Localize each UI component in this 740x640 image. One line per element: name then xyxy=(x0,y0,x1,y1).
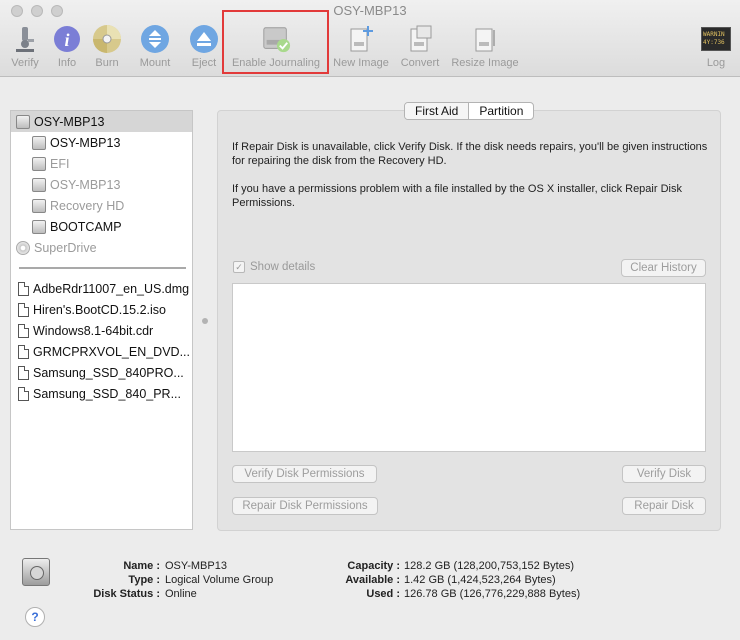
sidebar-item-efi[interactable]: EFI xyxy=(11,153,192,174)
disk-icon xyxy=(16,114,30,129)
toolbar: OSY-MBP13 Verify i Info Burn Mount Eject… xyxy=(0,0,740,77)
sidebar-item-label: Recovery HD xyxy=(50,198,125,213)
mount-icon xyxy=(140,24,170,54)
log-console-icon: WARNIN 4Y:736 xyxy=(701,24,731,54)
checkmark-icon: ✓ xyxy=(233,261,245,273)
sidebar-item-recovery-hd[interactable]: Recovery HD xyxy=(11,195,192,216)
split-view-handle[interactable] xyxy=(202,318,208,324)
available-value: 1.42 GB (1,424,523,264 Bytes) xyxy=(404,574,556,586)
used-value: 126.78 GB (126,776,229,888 Bytes) xyxy=(404,588,581,600)
disk-image-file-icon xyxy=(18,302,29,317)
log-button[interactable]: WARNIN 4Y:736 Log xyxy=(698,24,734,69)
tab-first-aid[interactable]: First Aid xyxy=(405,103,470,119)
burn-icon xyxy=(92,24,122,54)
sidebar-item-label: Samsung_SSD_840_PR... xyxy=(33,386,182,401)
type-value: Logical Volume Group xyxy=(165,574,274,586)
first-aid-panel: If Repair Disk is unavailable, click Ver… xyxy=(217,110,721,531)
first-aid-instructions: If Repair Disk is unavailable, click Ver… xyxy=(232,141,708,167)
sidebar-item-label: SuperDrive xyxy=(34,240,97,255)
used-key: Used : xyxy=(366,588,400,600)
sidebar-item-label: OSY-MBP13 xyxy=(34,114,105,129)
sidebar-item-image[interactable]: GRMCPRXVOL_EN_DVD... xyxy=(11,341,192,362)
sidebar-item-label: Hiren's.BootCD.15.2.iso xyxy=(33,302,167,317)
name-value: OSY-MBP13 xyxy=(165,560,227,572)
disk-utility-window: OSY-MBP13 Verify i Info Burn Mount Eject… xyxy=(0,0,740,640)
mount-button[interactable]: Mount xyxy=(135,24,175,69)
first-aid-log[interactable] xyxy=(232,283,706,452)
resize-image-button[interactable]: Resize Image xyxy=(448,24,522,69)
eject-icon xyxy=(189,24,219,54)
new-image-icon xyxy=(346,24,376,54)
capacity-value: 128.2 GB (128,200,753,152 Bytes) xyxy=(404,560,575,572)
capacity-key: Capacity : xyxy=(347,560,400,572)
sidebar-item-superdrive[interactable]: SuperDrive xyxy=(11,237,192,258)
log-badge-line1: WARNIN xyxy=(703,31,725,38)
svg-text:i: i xyxy=(64,30,69,50)
tab-partition[interactable]: Partition xyxy=(469,103,533,119)
disk-status-key: Disk Status : xyxy=(93,588,160,600)
clear-history-button[interactable]: Clear History xyxy=(621,259,706,277)
disk-icon xyxy=(32,177,46,192)
sidebar: OSY-MBP13 OSY-MBP13 EFI OSY-MBP13 Recove… xyxy=(10,110,193,530)
sidebar-item-label: Windows8.1-64bit.cdr xyxy=(33,323,154,338)
show-details-label: Show details xyxy=(250,261,316,273)
sidebar-item-image[interactable]: Samsung_SSD_840PRO... xyxy=(11,362,192,383)
sidebar-item-label: Samsung_SSD_840PRO... xyxy=(33,365,184,380)
disk-icon xyxy=(32,135,46,150)
sidebar-item-volume[interactable]: OSY-MBP13 xyxy=(11,174,192,195)
sidebar-item-label: OSY-MBP13 xyxy=(50,135,121,150)
new-image-button[interactable]: New Image xyxy=(330,24,392,69)
disk-icon xyxy=(32,219,46,234)
repair-disk-button[interactable]: Repair Disk xyxy=(622,497,706,515)
convert-icon xyxy=(405,24,435,54)
sidebar-item-device[interactable]: OSY-MBP13 xyxy=(11,111,192,132)
sidebar-item-label: BOOTCAMP xyxy=(50,219,122,234)
sidebar-item-image[interactable]: Hiren's.BootCD.15.2.iso xyxy=(11,299,192,320)
burn-button[interactable]: Burn xyxy=(89,24,125,69)
disk-image-file-icon xyxy=(18,323,29,338)
convert-button[interactable]: Convert xyxy=(397,24,443,69)
name-key: Name : xyxy=(123,560,160,572)
resize-image-icon xyxy=(470,24,500,54)
sidebar-item-label: GRMCPRXVOL_EN_DVD... xyxy=(33,344,190,359)
sidebar-item-volume[interactable]: OSY-MBP13 xyxy=(11,132,192,153)
info-icon: i xyxy=(52,24,82,54)
disk-image-file-icon xyxy=(18,365,29,380)
show-details-checkbox[interactable]: ✓ Show details xyxy=(233,261,315,273)
sidebar-item-image[interactable]: Windows8.1-64bit.cdr xyxy=(11,320,192,341)
eject-button[interactable]: Eject xyxy=(186,24,222,69)
microscope-icon xyxy=(10,24,40,54)
tab-bar: First Aid Partition xyxy=(404,102,535,120)
sidebar-item-label: EFI xyxy=(50,156,70,171)
window-title: OSY-MBP13 xyxy=(333,3,407,18)
type-key: Type : xyxy=(128,574,160,586)
verify-disk-button[interactable]: Verify Disk xyxy=(622,465,706,483)
highlight-box xyxy=(222,10,329,74)
disk-image-file-icon xyxy=(18,344,29,359)
disk-status-value: Online xyxy=(165,588,197,600)
disk-icon xyxy=(32,198,46,213)
selected-disk-icon xyxy=(22,558,50,586)
log-badge-line2: 4Y:736 xyxy=(703,39,725,46)
sidebar-item-label: AdbeRdr11007_en_US.dmg xyxy=(33,281,190,296)
verify-disk-permissions-button[interactable]: Verify Disk Permissions xyxy=(232,465,377,483)
info-button[interactable]: i Info xyxy=(50,24,84,69)
disk-image-file-icon xyxy=(18,281,29,296)
optical-disc-icon xyxy=(16,240,30,255)
sidebar-item-label: OSY-MBP13 xyxy=(50,177,121,192)
help-button[interactable]: ? xyxy=(25,607,45,627)
repair-disk-permissions-button[interactable]: Repair Disk Permissions xyxy=(232,497,378,515)
verify-button[interactable]: Verify xyxy=(4,24,46,69)
permissions-instructions: If you have a permissions problem with a… xyxy=(232,183,682,209)
disk-image-file-icon xyxy=(18,386,29,401)
sidebar-item-bootcamp[interactable]: BOOTCAMP xyxy=(11,216,192,237)
disk-icon xyxy=(32,156,46,171)
sidebar-item-image[interactable]: AdbeRdr11007_en_US.dmg xyxy=(11,278,192,299)
sidebar-divider xyxy=(19,267,186,269)
available-key: Available : xyxy=(345,574,400,586)
sidebar-item-image[interactable]: Samsung_SSD_840_PR... xyxy=(11,383,192,404)
